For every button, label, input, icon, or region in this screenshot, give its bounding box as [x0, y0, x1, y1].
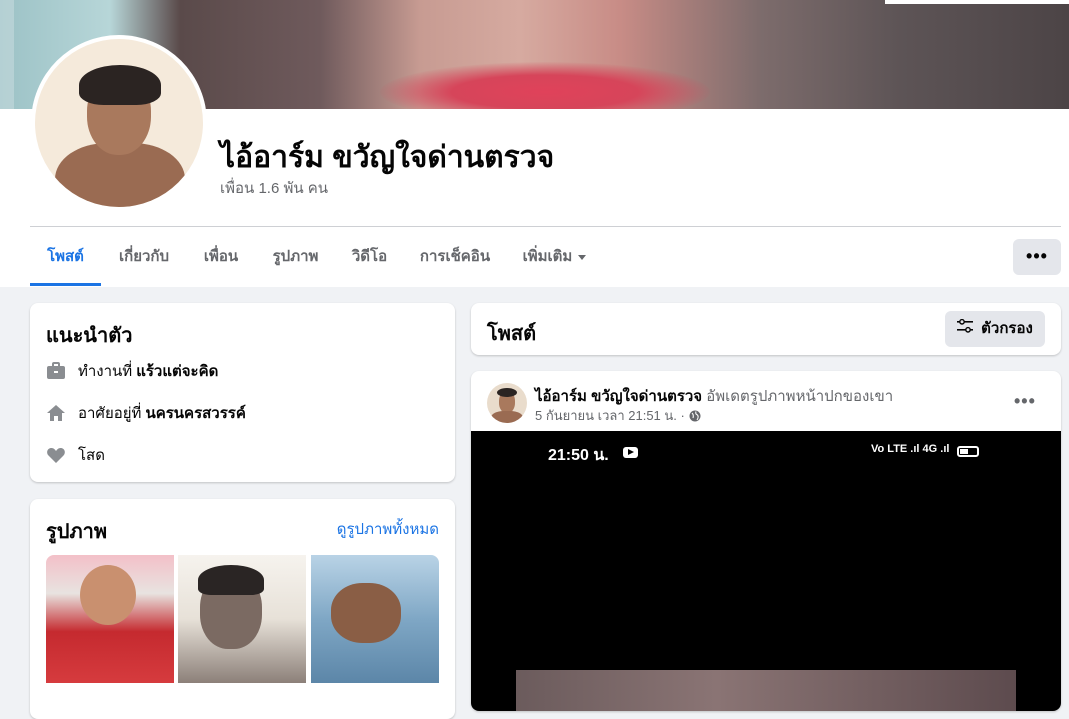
- photo-thumbnail[interactable]: [311, 555, 439, 683]
- intro-work: ทำงานที่ แร้วแต่จะคิด: [46, 359, 218, 383]
- intro-work-value[interactable]: แร้วแต่จะคิด: [136, 359, 218, 383]
- tab-videos[interactable]: วิดีโอ: [336, 230, 403, 286]
- meta-separator: ·: [680, 408, 685, 423]
- friends-count[interactable]: เพื่อน 1.6 พัน คน: [220, 176, 328, 200]
- home-icon: [46, 403, 66, 423]
- photo-thumbnail[interactable]: [178, 555, 306, 683]
- intro-card: แนะนำตัว ทำงานที่ แร้วแต่จะคิด อาศัยอยู่…: [30, 303, 455, 482]
- intro-home-value[interactable]: นครนครสวรรค์: [145, 401, 245, 425]
- intro-relationship: โสด: [46, 443, 105, 467]
- avatar-hair: [79, 65, 161, 105]
- tab-posts[interactable]: โพสต์: [30, 230, 101, 286]
- profile-more-button[interactable]: •••: [1013, 239, 1061, 275]
- filter-button[interactable]: ตัวกรอง: [945, 311, 1045, 347]
- tab-friends[interactable]: เพื่อน: [187, 230, 255, 286]
- profile-name: ไอ้อาร์ม ขวัญใจด่านตรวจ: [220, 141, 555, 174]
- post-timestamp[interactable]: 5 กันยายน เวลา 21:51 น.: [535, 408, 677, 423]
- photos-card: รูปภาพ ดูรูปภาพทั้งหมด: [30, 499, 455, 719]
- post-author-name[interactable]: ไอ้อาร์ม ขวัญใจด่านตรวจ: [535, 388, 702, 405]
- post-menu-button[interactable]: •••: [1014, 391, 1036, 412]
- post-image[interactable]: 21:50 น. Vo LTE .ıl 4G .ıl: [471, 431, 1061, 711]
- post-card: ไอ้อาร์ม ขวัญใจด่านตรวจ อัพเดตรูปภาพหน้า…: [471, 371, 1061, 711]
- post-action-text: อัพเดตรูปภาพหน้าปกของเขา: [706, 388, 894, 405]
- photo-thumbnail[interactable]: [46, 555, 174, 683]
- cover-edge: [0, 0, 14, 109]
- intro-title: แนะนำตัว: [46, 325, 133, 347]
- filter-label: ตัวกรอง: [981, 320, 1033, 337]
- tab-more-label: เพิ่มเติม: [522, 248, 573, 265]
- intro-home: อาศัยอยู่ที่ นครนครสวรรค์: [46, 401, 246, 425]
- photos-title: รูปภาพ: [46, 521, 108, 543]
- profile-avatar[interactable]: [35, 39, 203, 207]
- intro-home-prefix: อาศัยอยู่ที่: [78, 405, 142, 422]
- battery-icon: [957, 446, 979, 457]
- briefcase-icon: [46, 361, 66, 381]
- posts-header-card: โพสต์ ตัวกรอง: [471, 303, 1061, 355]
- post-meta: 5 กันยายน เวลา 21:51 น. ·: [535, 405, 701, 426]
- post-author-avatar[interactable]: [487, 383, 527, 423]
- header-divider: [30, 226, 1061, 227]
- heart-icon: [46, 445, 66, 465]
- intro-relationship-value: โสด: [78, 447, 105, 464]
- tab-photos[interactable]: รูปภาพ: [255, 230, 336, 286]
- intro-work-prefix: ทำงานที่: [78, 363, 133, 380]
- see-all-photos-link[interactable]: ดูรูปภาพทั้งหมด: [337, 517, 439, 541]
- youtube-icon: [623, 447, 638, 458]
- tab-checkins[interactable]: การเช็คอิน: [403, 230, 507, 286]
- posts-title: โพสต์: [487, 323, 537, 345]
- filter-icon: [957, 311, 974, 347]
- cover-photo-detail: [380, 62, 710, 109]
- profile-header: ไอ้อาร์ม ขวัญใจด่านตรวจ เพื่อน 1.6 พัน ค…: [0, 0, 1069, 287]
- globe-icon: [689, 410, 701, 425]
- tab-more[interactable]: เพิ่มเติม: [507, 230, 602, 286]
- active-tab-indicator: [30, 283, 101, 286]
- cover-edge-highlight: [885, 0, 1069, 4]
- caret-down-icon: [578, 254, 587, 260]
- phone-signal-icons: Vo LTE .ıl 4G .ıl: [871, 443, 950, 455]
- post-image-content: [516, 670, 1016, 711]
- phone-status-time: 21:50 น.: [548, 447, 609, 464]
- tab-about[interactable]: เกี่ยวกับ: [101, 230, 187, 286]
